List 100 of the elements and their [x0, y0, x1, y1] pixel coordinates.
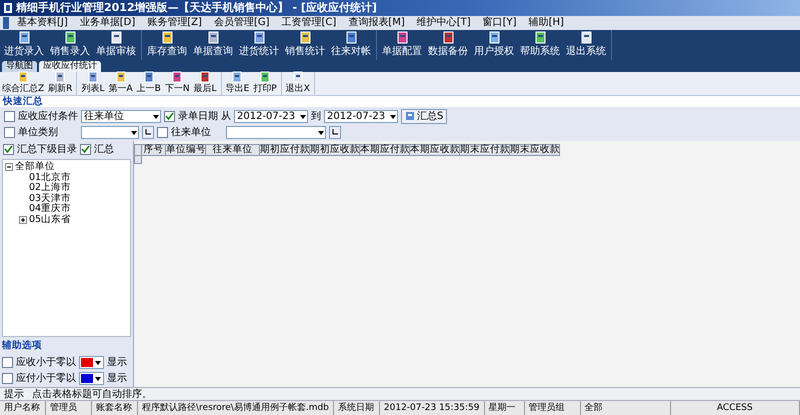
column-header[interactable]: 单位编号 [166, 144, 206, 156]
toolbar-button[interactable]: 打印P [251, 72, 279, 95]
tree-item[interactable]: 01北京市 [29, 172, 72, 183]
menu-item[interactable]: 会员管理[G] [208, 17, 274, 29]
toolbar-button[interactable]: 单据查询 [190, 30, 236, 60]
document-icon [18, 31, 30, 44]
toolbar-button[interactable]: 进货录入 [1, 30, 47, 60]
toolbar-button[interactable]: 最后L [192, 72, 219, 95]
tab[interactable]: 应收应付统计 [39, 61, 101, 72]
hint-label: 提示 [4, 388, 24, 402]
status-cell: 管理员组 [524, 401, 580, 415]
column-header[interactable]: 期末应收款 [510, 144, 560, 156]
collapse-icon[interactable] [5, 163, 13, 172]
document-icon [252, 31, 266, 44]
checkbox[interactable] [2, 356, 13, 368]
menu-item[interactable]: 窗口[Y] [478, 17, 522, 29]
menu-item[interactable]: 工资管理[C] [276, 17, 342, 29]
dropdown[interactable]: 往来单位 [81, 110, 161, 122]
tree-item[interactable]: 02上海市 [29, 183, 72, 194]
toolbar-button[interactable]: 销售统计 [282, 30, 328, 60]
field-label: 从 [221, 110, 231, 124]
checkbox[interactable] [80, 144, 91, 154]
toolbar-button[interactable]: 库存查询 [144, 30, 190, 60]
menu-item[interactable]: 维护中心[T] [412, 17, 476, 29]
toolbar-button[interactable]: 导出E [224, 72, 252, 95]
toolbar-button[interactable]: 退出X [284, 72, 312, 95]
toolbar-button[interactable]: 帮助系统 [517, 30, 563, 60]
checkbox[interactable] [2, 372, 13, 384]
menu-item[interactable]: 基本资料[J] [12, 17, 73, 29]
toolbar-button[interactable]: 进货统计 [236, 30, 282, 60]
document-icon [396, 31, 408, 44]
checkbox[interactable] [164, 110, 175, 122]
document-icon [298, 31, 312, 44]
toolbar-button[interactable]: 单据审核 [93, 30, 139, 60]
document-icon [160, 31, 174, 44]
checkbox[interactable] [4, 110, 15, 122]
toolbar-button[interactable]: 单据配置 [379, 30, 425, 60]
status-cell: ACCESS [670, 401, 800, 415]
toolbar-button[interactable]: 用户授权 [471, 30, 517, 60]
status-cell: 系统日期 [334, 401, 380, 415]
field-label: 录单日期 [178, 110, 218, 124]
document-icon [488, 31, 500, 44]
option-label: 显示 [107, 356, 127, 370]
toolbar-button[interactable]: 销售录入 [47, 30, 93, 60]
field-label: 单位类别 [18, 126, 59, 140]
column-header[interactable]: 本期应付款 [360, 144, 410, 156]
toolbar-button[interactable]: 上一B [134, 72, 163, 95]
tab[interactable]: 导航图 [2, 61, 37, 72]
checkbox[interactable] [4, 126, 15, 138]
app-icon [3, 2, 13, 14]
checkbox[interactable] [3, 144, 14, 154]
column-header[interactable]: 往来单位 [206, 144, 260, 156]
toolbar-button[interactable]: 第一A [106, 72, 135, 95]
menu-item[interactable]: 账务管理[Z] [142, 17, 207, 29]
color-picker[interactable] [79, 356, 104, 368]
document-icon [114, 70, 127, 83]
panel-title: 辅助选项 [2, 338, 43, 353]
hint-text: 点击表格标题可自动排序。 [32, 388, 152, 402]
checkbox[interactable] [157, 126, 168, 138]
tree-item[interactable]: 全部单位 [15, 162, 55, 172]
column-header[interactable]: 期末应付款 [460, 144, 510, 156]
document-icon [64, 31, 76, 44]
option-label: 应付小于零以 [16, 372, 76, 386]
document-icon [206, 31, 220, 44]
option-label: 显示 [107, 372, 127, 386]
menu-item[interactable]: 查询报表[M] [343, 17, 410, 29]
toolbar-button[interactable]: 退出系统 [563, 30, 609, 60]
column-header[interactable]: 序号 [142, 144, 166, 156]
tree-item[interactable]: 03天津市 [29, 194, 72, 204]
tree-item[interactable]: 05山东省 [29, 214, 72, 225]
summary-button[interactable]: 汇总S [401, 108, 448, 124]
picker-button[interactable] [142, 126, 154, 138]
menu-item[interactable]: 业务单据[D] [74, 17, 140, 29]
toolbar-button[interactable]: 刷新R [46, 72, 74, 95]
color-picker[interactable] [79, 372, 104, 384]
option-label: 汇总下级目录 [17, 142, 77, 156]
picker-button[interactable] [329, 126, 341, 138]
document-icon [142, 70, 155, 83]
date-field[interactable]: 2012-07-23 [234, 110, 308, 122]
document-icon [344, 31, 358, 44]
status-cell: 账套名称 [92, 401, 138, 415]
corner-icon [144, 128, 152, 136]
column-header[interactable]: 本期应收款 [410, 144, 460, 156]
document-icon [534, 31, 546, 44]
option-label: 汇总 [94, 142, 114, 156]
toolbar-button[interactable]: 综合汇总Z [0, 72, 46, 95]
menu-item[interactable]: 辅助[H] [524, 17, 569, 29]
column-header[interactable]: 期初应收款 [310, 144, 360, 156]
toolbar-button[interactable]: 下一N [162, 72, 192, 95]
status-cell: 用户名称 [0, 401, 46, 415]
status-cell: 2012-07-23 15:35:59 [380, 401, 484, 415]
column-header[interactable]: 期初应付款 [260, 144, 310, 156]
expand-icon[interactable] [19, 216, 27, 224]
date-field[interactable]: 2012-07-23 [324, 110, 398, 122]
tree-item[interactable]: 04重庆市 [29, 204, 72, 214]
document-icon [171, 70, 184, 83]
toolbar-button[interactable]: 往来对帐 [328, 30, 374, 60]
toolbar-button[interactable]: 列表L [79, 72, 106, 95]
menu-icon [2, 17, 10, 29]
toolbar-button[interactable]: 数据备份 [425, 30, 471, 60]
